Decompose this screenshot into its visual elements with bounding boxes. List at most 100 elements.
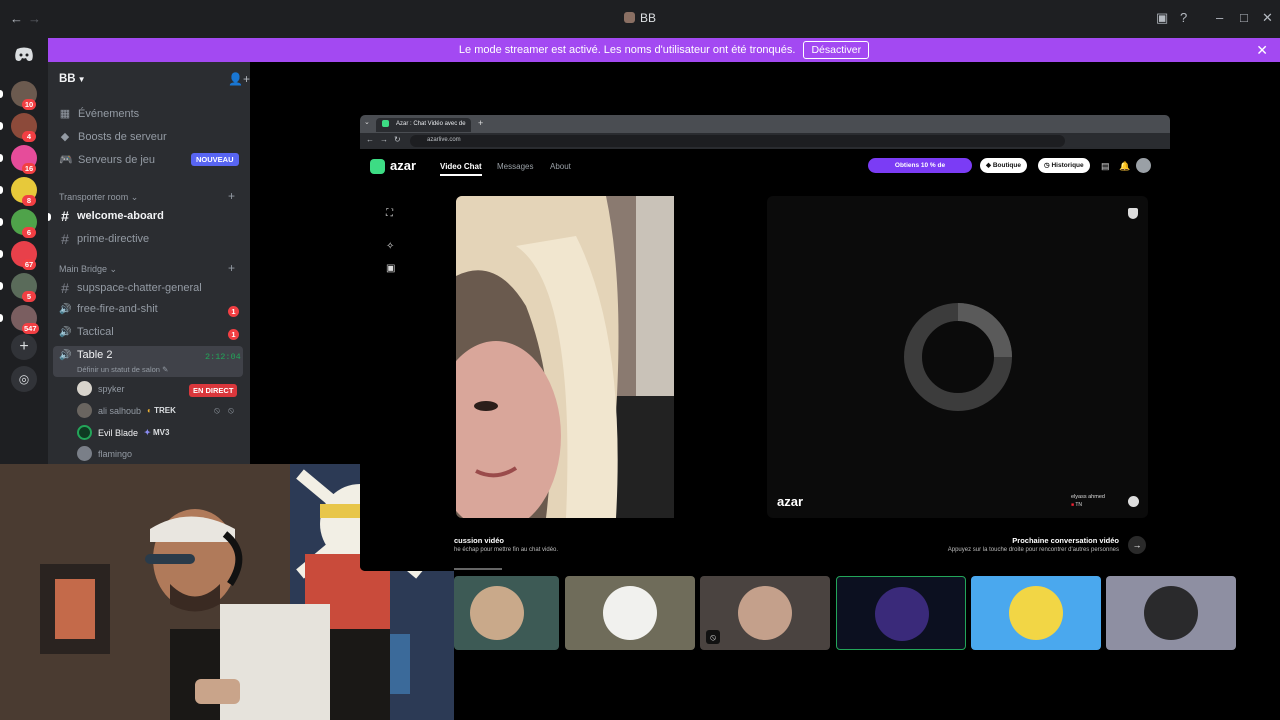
chat-bubble-icon[interactable] <box>1128 496 1139 507</box>
streamer-mode-banner: Le mode streamer est activé. Les noms d'… <box>48 38 1280 62</box>
add-server-icon[interactable]: + <box>11 334 37 360</box>
azar-brand[interactable]: azar <box>390 158 416 173</box>
shield-icon[interactable] <box>1128 208 1138 219</box>
magic-wand-icon[interactable]: ✧ <box>386 241 394 252</box>
avatar <box>1009 586 1063 640</box>
username: ali salhoub <box>98 405 142 416</box>
clan-name: TREK <box>154 406 176 415</box>
add-channel-icon[interactable]: + <box>228 189 235 203</box>
chevron-down-icon: ⌄ <box>130 192 139 202</box>
new-tab-icon[interactable]: + <box>478 118 483 128</box>
partner-video <box>456 196 756 518</box>
add-channel-icon[interactable]: + <box>228 261 235 275</box>
sidebar-item-game-servers[interactable]: 🎮 Serveurs de jeu <box>59 153 156 167</box>
minimize-icon[interactable]: – <box>1216 10 1223 25</box>
compass-icon[interactable]: ◎ <box>11 366 37 392</box>
server-unread-pill <box>0 218 3 226</box>
tab-about[interactable]: About <box>550 162 571 171</box>
voice-user[interactable]: spyker <box>77 381 125 396</box>
category-main-bridge[interactable]: Main Bridge ⌄ <box>59 264 117 275</box>
azar-browser-window: ⌄ Azar : Chat Vidéo avec de + ← → ↻ azar… <box>360 115 1170 571</box>
server-unread-pill <box>0 90 3 98</box>
close-window-icon[interactable]: ✕ <box>1262 10 1273 26</box>
server-badge: 67 <box>22 259 36 270</box>
channel-prime-directive[interactable]: # prime-directive <box>59 231 149 247</box>
channel-status[interactable]: Définir un statut de salon ✎ <box>77 365 168 374</box>
tab-menu-icon[interactable]: ⌄ <box>364 118 370 126</box>
avatar <box>603 586 657 640</box>
next-arrow-icon[interactable]: → <box>1128 536 1146 554</box>
avatar <box>77 381 92 396</box>
disable-streamer-button[interactable]: Désactiver <box>803 41 870 59</box>
chevron-down-icon: ▼ <box>77 75 86 84</box>
muted-icon: ⦸ <box>706 630 720 644</box>
server-badge: 6 <box>22 227 36 238</box>
category-label: Main Bridge <box>59 264 108 274</box>
clan-tag: ✦ MV3 <box>144 428 169 437</box>
sticker-icon[interactable]: ▣ <box>386 263 395 274</box>
help-icon[interactable]: ? <box>1180 10 1187 25</box>
channel-tactical[interactable]: 🔊 Tactical <box>59 326 114 338</box>
category-transporter-room[interactable]: Transporter room ⌄ <box>59 192 138 203</box>
shop-button[interactable]: ◆ Boutique <box>980 158 1027 173</box>
expand-icon[interactable]: ⛶ <box>386 208 393 219</box>
username: spyker <box>98 383 125 394</box>
azar-watermark: azar <box>777 494 804 509</box>
channel-label: Table 2 <box>77 349 113 361</box>
avatar[interactable] <box>1136 158 1151 173</box>
speaker-icon: 🔊 <box>59 349 72 361</box>
shop-label: Boutique <box>992 162 1021 169</box>
participant-tile[interactable] <box>454 576 559 650</box>
sidebar-item-events[interactable]: ▦ Événements <box>59 107 140 121</box>
channel-sidebar: BB ▼ 👤+ ▦ Événements ◆ Boosts de serveur 🎮 S… <box>48 62 250 464</box>
channel-welcome-aboard[interactable]: # welcome-aboard <box>59 208 164 224</box>
clan-icon: ✦ <box>144 428 151 437</box>
new-badge: NOUVEAU <box>191 153 239 166</box>
inbox-icon[interactable]: ▣ <box>1156 10 1168 26</box>
voice-user[interactable]: ali salhoub ◐ TREK <box>77 403 176 418</box>
voice-user[interactable]: flamingo <box>77 446 132 461</box>
channel-free-fire-and-shit[interactable]: 🔊 free-fire-and-shit <box>59 303 158 315</box>
avatar <box>1144 586 1198 640</box>
inbox-icon[interactable]: ▤ <box>1101 161 1110 172</box>
participant-tile[interactable] <box>1106 576 1236 650</box>
tab-title: Azar : Chat Vidéo avec de <box>396 121 466 127</box>
address-bar[interactable]: azarlive.com <box>410 135 1065 147</box>
browser-tab-strip: ⌄ Azar : Chat Vidéo avec de + <box>360 115 1170 133</box>
server-name[interactable]: BB ▼ <box>59 73 86 85</box>
close-icon[interactable]: ✕ <box>1256 42 1268 59</box>
server-badge: 8 <box>22 195 36 206</box>
back-icon[interactable]: ← <box>366 135 374 144</box>
reload-icon[interactable]: ↻ <box>394 135 401 144</box>
channel-table-2-label[interactable]: 🔊 Table 2 <box>59 349 112 361</box>
end-call-hint: he échap pour mettre fin au chat vidéo. <box>454 547 559 553</box>
menu-label: Événements <box>78 107 140 120</box>
participant-tile[interactable] <box>971 576 1101 650</box>
deafened-icon: ⦸ <box>228 405 234 415</box>
window-title: BB <box>0 11 1280 25</box>
invite-user-icon[interactable]: 👤+ <box>228 72 250 86</box>
server-unread-pill <box>0 282 3 290</box>
calendar-icon: ▦ <box>59 108 71 120</box>
tab-video-chat[interactable]: Video Chat <box>440 162 482 176</box>
participant-tile[interactable]: ⦸ <box>700 576 830 650</box>
maximize-icon[interactable]: □ <box>1240 10 1248 25</box>
browser-tab[interactable]: Azar : Chat Vidéo avec de <box>376 118 471 132</box>
discord-logo-icon[interactable] <box>14 47 34 62</box>
bell-icon[interactable]: 🔔 <box>1119 161 1130 172</box>
tab-messages[interactable]: Messages <box>497 162 533 171</box>
forward-icon[interactable]: → <box>380 135 388 144</box>
partner-video-image <box>456 196 756 518</box>
channel-supspace-chatter-general[interactable]: # supspace-chatter-general <box>59 280 202 296</box>
sidebar-item-boosts[interactable]: ◆ Boosts de serveur <box>59 130 167 144</box>
mention-badge: 1 <box>228 329 239 340</box>
menu-label: Serveurs de jeu <box>78 153 156 166</box>
promo-button[interactable]: Obtiens 10 % de <box>868 158 972 173</box>
server-badge: 5 <box>22 291 36 302</box>
history-button[interactable]: ◷ Historique <box>1038 158 1090 173</box>
self-video: azar elyass ahmed ■ TN <box>767 196 1148 518</box>
participant-tile[interactable] <box>565 576 695 650</box>
window-title-text: BB <box>639 11 656 25</box>
voice-user[interactable]: Evil Blade ✦ MV3 <box>77 425 169 440</box>
participant-tile[interactable] <box>836 576 966 650</box>
